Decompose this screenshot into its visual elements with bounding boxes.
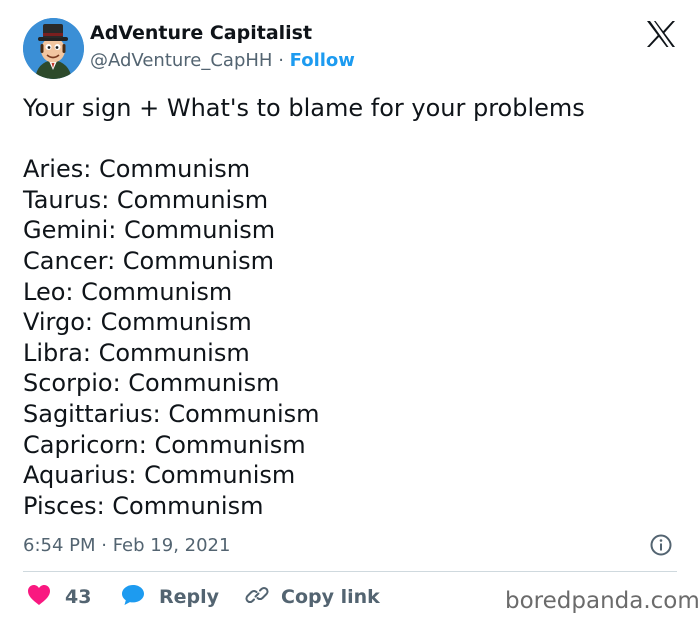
like-count: 43 — [65, 586, 92, 608]
copy-link-label: Copy link — [281, 586, 380, 608]
reply-label: Reply — [159, 586, 220, 608]
tweet-line: Leo: Communism — [23, 277, 233, 306]
link-icon — [245, 583, 269, 611]
tweet-line: Aquarius: Communism — [23, 461, 296, 490]
divider — [23, 571, 677, 572]
tweet-line: Aries: Communism — [23, 155, 251, 184]
tweet-line: Libra: Communism — [23, 338, 250, 367]
tweet-line: Capricorn: Communism — [23, 430, 306, 459]
x-logo-icon[interactable] — [646, 20, 676, 48]
tweet-line: Gemini: Communism — [23, 216, 276, 245]
author-handle[interactable]: @AdVenture_CapHH — [90, 50, 272, 71]
tweet-timestamp[interactable]: 6:54 PM · Feb 19, 2021 — [23, 535, 230, 556]
author-handle-row: @AdVenture_CapHH · Follow — [90, 50, 355, 71]
tweet-line: Scorpio: Communism — [23, 369, 280, 398]
tweet-line: Sagittarius: Communism — [23, 399, 320, 428]
tweet-line: Taurus: Communism — [23, 185, 269, 214]
tweet-line: Pisces: Communism — [23, 491, 264, 520]
reply-button[interactable]: Reply — [121, 582, 219, 612]
speech-bubble-icon — [121, 584, 145, 610]
info-icon[interactable] — [650, 534, 672, 556]
tweet-intro: Your sign + What's to blame for your pro… — [23, 94, 585, 122]
tweet-line: Virgo: Communism — [23, 308, 252, 337]
heart-icon — [27, 584, 51, 610]
line-break — [23, 124, 683, 155]
avatar[interactable] — [23, 18, 84, 79]
tweet-card: AdVenture Capitalist @AdVenture_CapHH · … — [0, 0, 700, 624]
watermark: boredpanda.com — [505, 588, 700, 614]
like-button[interactable]: 43 — [27, 582, 91, 612]
copy-link-button[interactable]: Copy link — [245, 582, 380, 612]
handle-separator: · — [272, 50, 290, 71]
author-name[interactable]: AdVenture Capitalist — [90, 22, 312, 44]
follow-button[interactable]: Follow — [290, 50, 355, 71]
tweet-text: Your sign + What's to blame for your pro… — [23, 93, 683, 521]
tweet-line: Cancer: Communism — [23, 246, 274, 275]
